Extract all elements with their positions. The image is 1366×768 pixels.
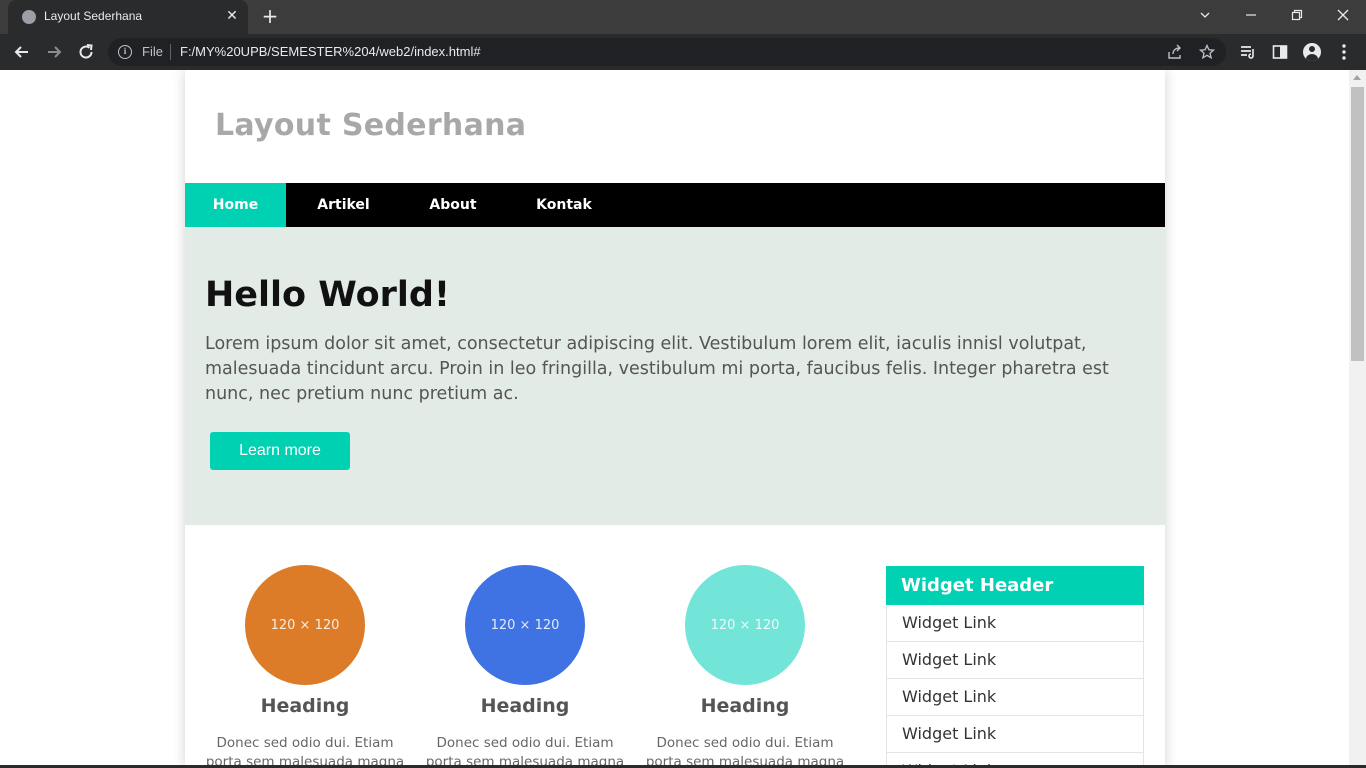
feature-text: Donec sed odio dui. Etiam porta sem male… xyxy=(205,735,405,768)
browser-tab-strip: Layout Sederhana ✕ + xyxy=(0,0,1366,34)
restore-button[interactable] xyxy=(1274,0,1320,30)
main-nav: Home Artikel About Kontak xyxy=(185,183,1165,227)
site-title: Layout Sederhana xyxy=(215,108,527,143)
minimize-button[interactable] xyxy=(1228,0,1274,30)
back-arrow-icon[interactable] xyxy=(10,41,34,63)
placeholder-image: 120 × 120 xyxy=(465,565,585,685)
media-queue-icon[interactable] xyxy=(1238,42,1258,62)
profile-icon[interactable] xyxy=(1302,42,1322,62)
widget-link[interactable]: Widget Link xyxy=(886,679,1144,716)
feature-text: Donec sed odio dui. Etiam porta sem male… xyxy=(645,735,845,768)
file-scheme-label: File xyxy=(142,44,163,59)
share-icon[interactable] xyxy=(1166,43,1184,61)
learn-more-button[interactable]: Learn more xyxy=(210,432,350,470)
feature-text: Donec sed odio dui. Etiam porta sem male… xyxy=(425,735,625,768)
new-tab-button[interactable]: + xyxy=(259,6,281,28)
feature-heading: Heading xyxy=(700,695,790,717)
widget-link[interactable]: Widget Link xyxy=(886,716,1144,753)
hero-title: Hello World! xyxy=(205,275,450,315)
browser-tab[interactable]: Layout Sederhana ✕ xyxy=(8,0,248,34)
address-bar[interactable]: i File F:/MY%20UPB/SEMESTER%204/web2/ind… xyxy=(108,38,1226,66)
kebab-menu-icon[interactable] xyxy=(1334,42,1354,62)
reload-icon[interactable] xyxy=(74,41,98,63)
feature-heading: Heading xyxy=(260,695,350,717)
placeholder-image: 120 × 120 xyxy=(685,565,805,685)
widget-header: Widget Header xyxy=(886,566,1144,605)
tab-title: Layout Sederhana xyxy=(44,9,143,23)
placeholder-image: 120 × 120 xyxy=(245,565,365,685)
side-panel-icon[interactable] xyxy=(1270,42,1290,62)
nav-item-kontak[interactable]: Kontak xyxy=(505,183,623,227)
nav-item-about[interactable]: About xyxy=(401,183,505,227)
hero-section: Hello World! Lorem ipsum dolor sit amet,… xyxy=(185,227,1165,525)
site-info-icon[interactable]: i xyxy=(118,45,132,59)
scroll-up-arrow-icon[interactable] xyxy=(1353,75,1361,80)
close-tab-icon[interactable]: ✕ xyxy=(222,6,242,26)
page-viewport: Layout Sederhana Home Artikel About Kont… xyxy=(0,70,1366,768)
feature-heading: Heading xyxy=(480,695,570,717)
nav-item-artikel[interactable]: Artikel xyxy=(286,183,401,227)
browser-toolbar: i File F:/MY%20UPB/SEMESTER%204/web2/ind… xyxy=(0,34,1366,70)
url-text[interactable]: F:/MY%20UPB/SEMESTER%204/web2/index.html… xyxy=(180,44,481,59)
page-container: Layout Sederhana Home Artikel About Kont… xyxy=(185,70,1165,768)
sidebar-widget: Widget Header Widget Link Widget Link Wi… xyxy=(886,566,1144,768)
page-scrollbar[interactable] xyxy=(1349,70,1366,768)
address-divider xyxy=(170,44,171,60)
close-window-button[interactable] xyxy=(1320,0,1366,30)
globe-icon xyxy=(22,10,36,24)
bookmark-star-icon[interactable] xyxy=(1198,43,1216,61)
forward-arrow-icon[interactable] xyxy=(42,41,66,63)
hero-text: Lorem ipsum dolor sit amet, consectetur … xyxy=(205,334,1109,404)
widget-link[interactable]: Widget Link xyxy=(886,605,1144,642)
tab-search-chevron-icon[interactable] xyxy=(1182,0,1228,30)
scrollbar-thumb[interactable] xyxy=(1351,87,1364,361)
widget-link[interactable]: Widget Link xyxy=(886,642,1144,679)
nav-item-home[interactable]: Home xyxy=(185,183,286,227)
